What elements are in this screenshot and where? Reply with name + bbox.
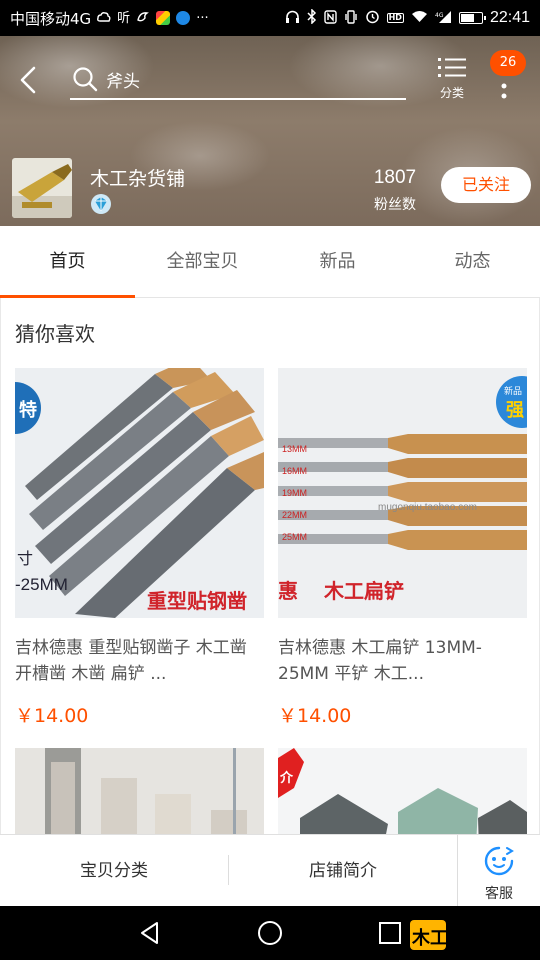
- product-price: ￥14.00: [15, 705, 89, 727]
- battery-level: [460, 14, 475, 22]
- image-badge-text: 介: [279, 770, 294, 786]
- shop-header: 分类 26 木工杂货铺 1807 粉丝数 已关注: [0, 36, 540, 226]
- customer-service-button[interactable]: 客服: [458, 835, 540, 907]
- signal-icon: 4G: [435, 10, 452, 27]
- item-categories-button[interactable]: 宝贝分类: [0, 835, 228, 907]
- tab-new-items[interactable]: 新品: [270, 226, 405, 297]
- product-card[interactable]: 13MM 16MM 19MM 22MM 25MM mugonqiu.taobao…: [278, 368, 527, 728]
- color-app-icon: [156, 11, 171, 25]
- status-time: 22:41: [489, 9, 530, 26]
- image-badge-text: 特: [19, 399, 37, 421]
- carrier-label: 中国移动4G: [10, 9, 92, 28]
- customer-service-label: 客服: [485, 886, 513, 902]
- size-label: 25MM: [282, 532, 307, 542]
- image-side-text: 惠: [278, 579, 298, 603]
- list-icon: [438, 58, 466, 77]
- search-bar[interactable]: [70, 60, 406, 100]
- shop-level-diamond-icon: [91, 194, 111, 214]
- more-menu-button[interactable]: [494, 74, 514, 100]
- system-back-icon[interactable]: [136, 919, 164, 947]
- wifi-icon: [411, 10, 428, 26]
- section-title: 猜你喜欢: [15, 322, 95, 346]
- follow-button[interactable]: 已关注: [441, 167, 531, 203]
- image-badge-text: 强: [506, 400, 524, 421]
- guess-you-like-card: 猜你喜欢 特 寸 -25MM 重型贴钢凿 吉林德惠 重型贴钢凿子 木工凿 开槽凿…: [0, 298, 540, 834]
- image-caption-text: 重型贴钢凿: [147, 589, 247, 613]
- cloud-icon: [97, 11, 111, 26]
- more-dots: ···: [196, 10, 209, 26]
- main-content: 猜你喜欢 特 寸 -25MM 重型贴钢凿 吉林德惠 重型贴钢凿子 木工凿 开槽凿…: [0, 298, 540, 834]
- notification-badge: 26: [490, 50, 526, 76]
- fans-count: 1807: [373, 167, 417, 188]
- status-right: HD 4G 22:41: [285, 8, 530, 27]
- watermark-text: 爱好者: [454, 926, 517, 950]
- shop-tab-bar: 首页 全部宝贝 新品 动态: [0, 226, 540, 298]
- tab-activity[interactable]: 动态: [405, 226, 540, 297]
- image-badge-top-text: 新品: [504, 385, 522, 397]
- product-image[interactable]: [15, 748, 264, 834]
- fans-label: 粉丝数: [374, 197, 416, 213]
- system-home-icon[interactable]: [256, 919, 284, 947]
- image-side-text: 寸: [17, 549, 33, 568]
- status-bar: 中国移动4G 听 ··· HD 4G 22:41: [0, 0, 540, 36]
- alarm-icon: [365, 9, 380, 27]
- product-title[interactable]: 吉林德惠 木工扁铲 13MM-25MM 平铲 木工...: [278, 635, 527, 687]
- product-price: ￥14.00: [278, 705, 352, 727]
- battery-icon: [458, 12, 486, 24]
- headphones-icon: [285, 10, 300, 27]
- watermark-logo: 木工 爱好者: [410, 914, 534, 954]
- category-button[interactable]: 分类: [424, 56, 480, 108]
- status-left: 中国移动4G 听 ···: [10, 8, 209, 29]
- ting-app-icon: 听: [117, 10, 131, 26]
- bluetooth-icon: [307, 8, 317, 27]
- system-recents-icon[interactable]: [376, 919, 404, 947]
- shop-intro-button[interactable]: 店铺简介: [229, 835, 457, 907]
- video-app-icon: [176, 11, 191, 25]
- watermark-logo-text: 木工: [411, 927, 448, 949]
- product-title[interactable]: 吉林德惠 重型贴钢凿子 木工凿 开槽凿 木凿 扁铲 ...: [15, 635, 264, 687]
- vertical-dots-icon: [501, 83, 507, 99]
- search-input[interactable]: [106, 66, 386, 92]
- shop-logo[interactable]: [12, 158, 72, 218]
- nfc-icon: [323, 9, 337, 27]
- bird-app-icon: [136, 10, 150, 27]
- hd-icon: HD: [386, 13, 404, 23]
- customer-service-icon: [484, 846, 514, 876]
- size-label: 22MM: [282, 510, 307, 520]
- product-card[interactable]: [15, 748, 264, 834]
- size-label: 13MM: [282, 444, 307, 454]
- size-label: 19MM: [282, 488, 307, 498]
- image-size-text: -25MM: [15, 575, 68, 594]
- network-label: 4G: [435, 12, 444, 19]
- search-icon: [73, 67, 98, 92]
- product-card[interactable]: 特 寸 -25MM 重型贴钢凿 吉林德惠 重型贴钢凿子 木工凿 开槽凿 木凿 扁…: [15, 368, 264, 728]
- size-label: 16MM: [282, 466, 307, 476]
- product-image[interactable]: 13MM 16MM 19MM 22MM 25MM mugonqiu.taobao…: [278, 368, 527, 618]
- product-image[interactable]: 特 寸 -25MM 重型贴钢凿: [15, 368, 264, 618]
- shop-bottom-nav: 宝贝分类 店铺简介 客服: [0, 834, 540, 907]
- product-card[interactable]: 介: [278, 748, 527, 834]
- product-image[interactable]: 介: [278, 748, 527, 834]
- image-watermark-text: mugonqiu.taobao.com: [378, 502, 477, 513]
- back-button[interactable]: [12, 60, 46, 100]
- shop-name: 木工杂货铺: [90, 168, 186, 190]
- back-arrow-icon: [20, 66, 36, 94]
- tab-all-items[interactable]: 全部宝贝: [135, 226, 270, 297]
- tab-home[interactable]: 首页: [0, 226, 135, 298]
- category-label: 分类: [439, 86, 464, 100]
- vibrate-icon: [344, 9, 358, 27]
- image-caption-text: 木工扁铲: [323, 579, 404, 603]
